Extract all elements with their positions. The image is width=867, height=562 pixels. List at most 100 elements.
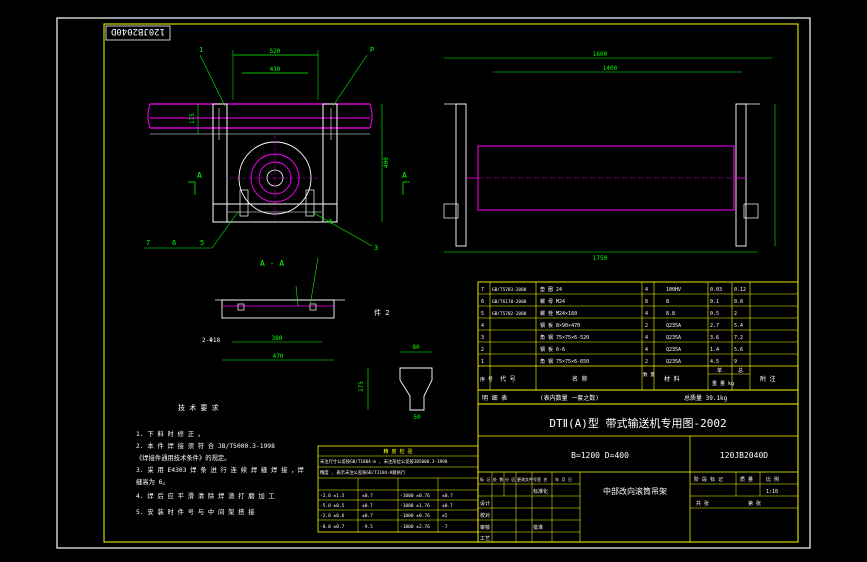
scale-label: 比 例 <box>766 476 779 483</box>
sign-count-label: 处 数 <box>493 476 503 482</box>
part-row-qty: 2 <box>645 323 648 329</box>
drawing-title: DTⅡ(A)型 带式输送机专用图-2002 <box>549 416 726 430</box>
piece-dim-bottom: 50 <box>413 414 421 421</box>
dim-section-bottom-overall: 470 <box>273 353 284 360</box>
part-row-mat: Q235A <box>666 347 681 353</box>
sign-zone-label: 分 区 <box>505 476 515 482</box>
tol-r4c1: -8.0 ±0.7 <box>320 524 345 530</box>
tol-r3c2: ±0.7 <box>362 513 373 519</box>
part-row-w1: 0.1 <box>710 299 719 305</box>
part-row-code: GB/T6170-2000 <box>492 299 527 305</box>
spec-label: B=1200 D=400 <box>571 451 629 460</box>
part-row-qty: 2 <box>645 359 648 365</box>
tech-note-4: 3. 采 用 E4303 焊 条 进 行 连 续 焊 缝 焊 接 ，焊 <box>136 465 304 474</box>
part-row-w2: 9 <box>734 359 737 365</box>
balloon-3: 3 <box>374 244 378 252</box>
piece-dim-top: 80 <box>412 344 420 351</box>
part-row-qty: 8 <box>645 299 648 305</box>
balloon-4: 4 <box>328 218 332 226</box>
part-row-name: 钢 板 8×90×470 <box>540 322 580 329</box>
part-row-no: 2 <box>481 347 484 353</box>
piece-label: 件 2 <box>374 308 389 317</box>
tol-r1c4: ±0.7 <box>442 493 453 499</box>
balloon-p: P <box>370 46 374 54</box>
role-process: 工艺 <box>480 536 490 542</box>
piece-dim-height: 175 <box>358 381 365 392</box>
part-row-w1: 0.5 <box>710 311 719 317</box>
tech-note-1: 1. 下 料 时 修 正 。 <box>136 429 204 438</box>
dim-side-height: 400 <box>383 157 390 168</box>
role-check: 校对 <box>480 512 490 519</box>
tol-r1c1: -2.0 ±1.5 <box>320 493 345 499</box>
tolerance-note-2: 精度 , 表示未注公差按GB/T1184-K级执行 <box>320 469 406 476</box>
role-review: 审核 <box>480 524 490 531</box>
tol-r2c4: ±0.7 <box>442 503 453 509</box>
part-row-w1: 2.7 <box>710 323 719 329</box>
dim-section-bottom-inner: 380 <box>272 335 283 342</box>
sign-date-label: 年 月 日 <box>555 476 572 482</box>
part-row-w2: 5.4 <box>734 323 743 329</box>
part-row-w1: 3.6 <box>710 335 719 341</box>
part-row-mat: 8 <box>666 299 669 305</box>
stage-label: 阶 段 标 记 <box>694 476 723 483</box>
sign-mark-label: 标 记 <box>480 476 490 482</box>
part-row-code: GB/T5783-2000 <box>492 287 527 293</box>
part-row-no: 6 <box>481 299 484 305</box>
part-row-no: 1 <box>481 359 484 365</box>
part-row-w1: 1.4 <box>710 347 719 353</box>
role-approve: 批准 <box>533 524 543 531</box>
summary-total: 总质量 39.1kg <box>684 394 728 402</box>
part-row-w2: 0.12 <box>734 287 746 293</box>
section-marker-left: A <box>197 171 202 180</box>
header-mat: 材 料 <box>664 375 680 383</box>
balloon-1: 1 <box>199 46 203 54</box>
part-row-name: 螺 栓 M24×160 <box>540 310 577 317</box>
part-row-name: 钢 板 δ-6 <box>540 346 565 353</box>
sign-change-label: 更改文件号 <box>517 476 537 482</box>
summary-note: (表内数量 一套之数) <box>540 394 599 402</box>
header-qty: 数 量 <box>643 371 655 378</box>
part-row-w2: 7.2 <box>734 335 743 341</box>
part-row-no: 7 <box>481 287 484 293</box>
tech-note-5: 缝高为 6。 <box>136 477 169 486</box>
tol-r4c4: -7 <box>442 524 448 530</box>
tol-r3c3: -1000 ±0.76 <box>400 513 430 519</box>
role-standard: 标准化 <box>533 488 548 495</box>
part-row-no: 4 <box>481 323 484 329</box>
drawing-number-stamp: 120JB2040D <box>111 26 165 36</box>
part-row-qty: 4 <box>645 287 648 293</box>
dim-section-bolt: 2-Φ18 <box>202 337 220 344</box>
part-row-name: 螺 母 M24 <box>540 298 565 305</box>
drawing-number: 120JB2040D <box>720 451 768 460</box>
header-no: 序 号 <box>480 376 493 383</box>
part-row-w2: 0.8 <box>734 299 743 305</box>
tech-note-7: 5. 安 装 时 件 号 与 中 间 架 搭 接 <box>136 507 255 516</box>
header-remark: 附 注 <box>760 375 776 383</box>
sheet-no: 第 张 <box>748 500 761 507</box>
part-row-w1: 4.5 <box>710 359 719 365</box>
header-weight-single: 单 <box>717 367 722 374</box>
part-row-mat: 8.8 <box>666 311 675 317</box>
tol-r4c3: -1000 ±2.76 <box>400 524 430 530</box>
cad-drawing-sheet: 120JB2040D 520 410 400 175 A A 1 P 7 6 5… <box>0 0 867 562</box>
header-weight-unit: 重 量 kg <box>712 380 734 387</box>
part-row-no: 3 <box>481 335 484 341</box>
tech-note-3: 《焊接件通用技术条件》的规定。 <box>136 453 230 462</box>
balloon-6: 6 <box>172 239 176 247</box>
tol-r1c2: ±0.7 <box>362 493 373 499</box>
part-row-name: 角 钢 75×75×6-520 <box>540 334 589 341</box>
dim-side-width: 1600 <box>593 51 608 58</box>
tol-r2c3: -1000 ±1.76 <box>400 503 430 509</box>
tol-r1c3: -1000 ±0.76 <box>400 493 430 499</box>
header-name: 名 称 <box>572 375 588 383</box>
part-row-w1: 0.03 <box>710 287 722 293</box>
tol-r3c1: -2.0 ±0.6 <box>320 513 345 519</box>
header-code: 代 号 <box>500 375 516 383</box>
part-name: 中部改向滚筒吊架 <box>603 486 667 496</box>
part-row-qty: 4 <box>645 335 648 341</box>
header-weight-total: 总 <box>738 367 743 374</box>
role-design: 设计 <box>480 500 490 507</box>
part-row-code: GB/T5782-2000 <box>492 311 527 317</box>
dim-top-width: 520 <box>270 48 281 55</box>
tol-r3c4: ±5 <box>442 513 448 519</box>
